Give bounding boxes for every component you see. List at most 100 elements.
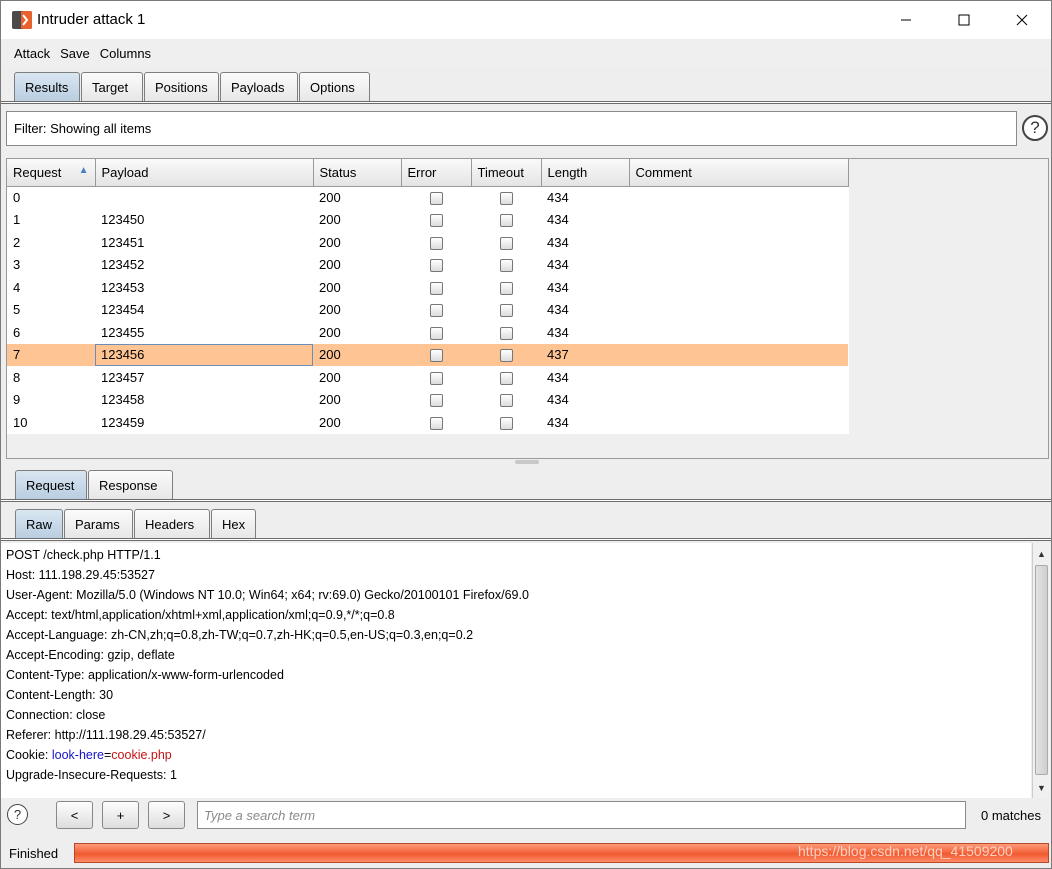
close-icon	[1016, 14, 1028, 26]
error-checkbox[interactable]	[429, 326, 443, 340]
cell-length: 434	[547, 279, 569, 295]
table-row[interactable]: 4 123453 200 434	[7, 276, 848, 299]
error-checkbox[interactable]	[429, 394, 443, 408]
table-row[interactable]: 1 123450 200 434	[7, 209, 848, 232]
next-match-button[interactable]: >	[148, 801, 185, 829]
request-line: Connection: close	[6, 708, 106, 722]
scroll-up-icon[interactable]: ▲	[1033, 545, 1050, 562]
error-checkbox[interactable]	[429, 236, 443, 250]
cell-error	[401, 186, 471, 209]
search-options-button[interactable]: +	[102, 801, 139, 829]
cell-timeout	[471, 411, 541, 434]
timeout-checkbox[interactable]	[499, 236, 513, 250]
cell-comment	[629, 366, 848, 389]
intruder-window: Intruder attack 1 Attack Save Columns Re…	[0, 0, 1052, 869]
error-checkbox[interactable]	[429, 281, 443, 295]
tab-hex[interactable]: Hex	[211, 509, 256, 539]
scroll-down-icon[interactable]: ▼	[1033, 779, 1050, 796]
search-input[interactable]	[197, 801, 966, 829]
column-header-comment[interactable]: Comment	[629, 159, 849, 187]
tab-payloads[interactable]: Payloads	[220, 72, 298, 102]
column-header-error[interactable]: Error	[401, 159, 472, 187]
timeout-checkbox[interactable]	[499, 304, 513, 318]
request-line: Referer: http://111.198.29.45:53527/	[6, 728, 206, 742]
error-checkbox[interactable]	[429, 214, 443, 228]
help-icon[interactable]: ?	[1022, 115, 1048, 141]
cell-error	[401, 343, 471, 366]
cell-payload: 123457	[101, 369, 145, 385]
tab-headers[interactable]: Headers	[134, 509, 210, 539]
watermark-text: https://blog.csdn.net/qq_41509200	[798, 843, 1013, 859]
scrollbar-thumb[interactable]	[1035, 565, 1048, 775]
table-row[interactable]: 5 123454 200 434	[7, 299, 848, 322]
table-row[interactable]: 10 123459 200 434	[7, 411, 848, 434]
cell-status: 200	[319, 257, 341, 273]
column-header-length[interactable]: Length	[541, 159, 630, 187]
cell-status: 200	[319, 392, 341, 408]
column-header-request[interactable]: Request ▲	[7, 159, 96, 187]
column-header-status[interactable]: Status	[313, 159, 402, 187]
tab-response[interactable]: Response	[88, 470, 173, 500]
table-row[interactable]: 6 123455 200 434	[7, 321, 848, 344]
request-line: Accept-Encoding: gzip, deflate	[6, 648, 175, 662]
cell-request: 10	[13, 414, 28, 430]
cell-comment	[629, 276, 848, 299]
tab-options[interactable]: Options	[299, 72, 370, 102]
error-checkbox[interactable]	[429, 371, 443, 385]
cell-error	[401, 321, 471, 344]
menu-attack[interactable]: Attack	[14, 46, 50, 61]
tab-results[interactable]: Results	[14, 72, 80, 102]
cell-request: 4	[13, 279, 21, 295]
table-row[interactable]: 2 123451 200 434	[7, 231, 848, 254]
timeout-checkbox[interactable]	[499, 416, 513, 430]
error-checkbox[interactable]	[429, 349, 443, 363]
table-row[interactable]: 8 123457 200 434	[7, 366, 848, 389]
table-row[interactable]: 0 200 434	[7, 186, 848, 209]
error-checkbox[interactable]	[429, 192, 443, 206]
table-row[interactable]: 9 123458 200 434	[7, 389, 848, 412]
timeout-checkbox[interactable]	[499, 281, 513, 295]
view-tab-divider	[1, 538, 1051, 541]
cell-error	[401, 231, 471, 254]
tab-raw[interactable]: Raw	[15, 509, 63, 539]
previous-match-button[interactable]: <	[56, 801, 93, 829]
error-checkbox[interactable]	[429, 304, 443, 318]
timeout-checkbox[interactable]	[499, 259, 513, 273]
timeout-checkbox[interactable]	[499, 349, 513, 363]
timeout-checkbox[interactable]	[499, 371, 513, 385]
tab-target[interactable]: Target	[81, 72, 143, 102]
title-bar: Intruder attack 1	[1, 1, 1051, 39]
error-checkbox[interactable]	[429, 416, 443, 430]
menu-columns[interactable]: Columns	[100, 46, 151, 61]
split-pane-handle[interactable]	[515, 460, 539, 464]
menu-save[interactable]: Save	[60, 46, 90, 61]
timeout-checkbox[interactable]	[499, 192, 513, 206]
cell-length: 434	[547, 190, 569, 205]
column-header-payload[interactable]: Payload	[95, 159, 314, 187]
cookie-prefix: Cookie:	[6, 748, 52, 762]
cell-timeout	[471, 254, 541, 277]
cell-error	[401, 209, 471, 232]
column-header-timeout[interactable]: Timeout	[471, 159, 542, 187]
minimize-button[interactable]	[883, 1, 929, 39]
cell-timeout	[471, 321, 541, 344]
cell-length: 434	[547, 302, 569, 318]
cell-length: 434	[547, 414, 569, 430]
tab-positions[interactable]: Positions	[144, 72, 219, 102]
filter-bar[interactable]: Filter: Showing all items	[6, 111, 1017, 146]
table-row[interactable]: 7 123456 200 437	[7, 343, 848, 366]
table-row[interactable]: 3 123452 200 434	[7, 254, 848, 277]
request-line: Content-Type: application/x-www-form-url…	[6, 668, 284, 682]
error-checkbox[interactable]	[429, 259, 443, 273]
cell-status: 200	[319, 414, 341, 430]
timeout-checkbox[interactable]	[499, 394, 513, 408]
vertical-scrollbar[interactable]: ▲ ▼	[1032, 543, 1050, 798]
search-help-icon[interactable]: ?	[7, 804, 28, 825]
raw-request-editor[interactable]: POST /check.php HTTP/1.1 Host: 111.198.2…	[1, 543, 1031, 798]
timeout-checkbox[interactable]	[499, 214, 513, 228]
close-button[interactable]	[999, 1, 1045, 39]
tab-params[interactable]: Params	[64, 509, 133, 539]
maximize-button[interactable]	[941, 1, 987, 39]
timeout-checkbox[interactable]	[499, 326, 513, 340]
tab-request[interactable]: Request	[15, 470, 87, 500]
